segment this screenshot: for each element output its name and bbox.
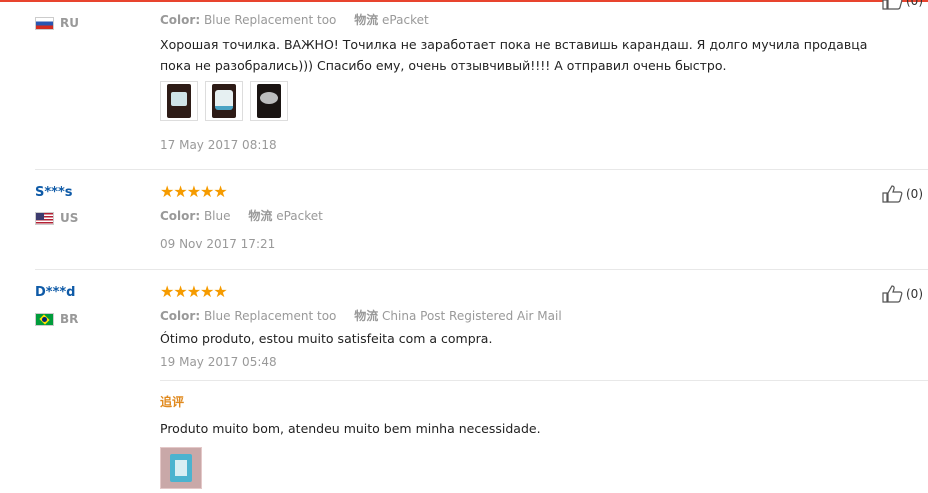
shipping-value: ePacket (276, 209, 323, 223)
color-label: Color: (160, 13, 201, 27)
helpful-button-review-0[interactable]: (0) (882, 0, 923, 10)
shipping-label: 物流 (248, 209, 273, 223)
color-label: Color: (160, 209, 201, 223)
review-divider (35, 169, 928, 170)
shipping-label: 物流 (354, 309, 379, 323)
russia-flag-icon (35, 16, 54, 30)
brazil-flag-icon (35, 312, 54, 326)
review-date: 19 May 2017 05:48 (160, 355, 277, 369)
star-rating: ★★★★★ (160, 182, 228, 201)
reviewer-country: RU (35, 16, 79, 30)
shipping-label: 物流 (354, 13, 379, 27)
review-meta: Color: Blue Replacement too 物流 ePacket (160, 11, 429, 28)
reviewer-name: S***s (35, 185, 73, 200)
country-code: RU (60, 16, 79, 30)
review-image-thumbnail[interactable] (160, 447, 202, 489)
review-image-thumbnail[interactable] (250, 81, 288, 121)
thumbs-up-icon (882, 0, 903, 10)
review-text: Ótimo produto, estou muito satisfeita co… (160, 331, 493, 346)
shipping-value: China Post Registered Air Mail (382, 309, 562, 323)
followup-text: Produto muito bom, atendeu muito bem min… (160, 421, 541, 436)
reviewer-country: US (35, 211, 78, 225)
thumbs-up-icon (882, 285, 903, 303)
review-divider (35, 269, 928, 270)
color-value: Blue Replacement too (203, 13, 337, 27)
helpful-button[interactable]: (0) (882, 285, 923, 303)
review-meta: Color: Blue 物流 ePacket (160, 207, 323, 224)
color-value: Blue (203, 209, 231, 223)
thumbs-up-icon (882, 185, 903, 203)
helpful-count: (0) (906, 0, 923, 8)
helpful-count: (0) (906, 287, 923, 301)
review-date: 09 Nov 2017 17:21 (160, 237, 276, 251)
star-rating: ★★★★★ (160, 282, 228, 301)
color-value: Blue Replacement too (203, 309, 337, 323)
followup-images (160, 447, 202, 489)
usa-flag-icon (35, 211, 54, 225)
reviewer-name: D***d (35, 285, 76, 300)
country-code: US (60, 211, 79, 225)
review-meta: Color: Blue Replacement too 物流 China Pos… (160, 307, 562, 324)
reviewer-country: BR (35, 312, 78, 326)
review-date: 17 May 2017 08:18 (160, 138, 277, 152)
country-code: BR (60, 312, 79, 326)
review-images (160, 81, 288, 121)
shipping-value: ePacket (382, 13, 429, 27)
review-image-thumbnail[interactable] (160, 81, 198, 121)
review-image-thumbnail[interactable] (205, 81, 243, 121)
review-text: Хорошая точилка. ВАЖНО! Точилка не зараб… (160, 37, 868, 73)
helpful-count: (0) (906, 187, 923, 201)
followup-divider (160, 380, 928, 381)
top-accent-bar (0, 0, 928, 2)
color-label: Color: (160, 309, 201, 323)
helpful-button[interactable]: (0) (882, 185, 923, 203)
followup-title: 追评 (160, 395, 185, 409)
